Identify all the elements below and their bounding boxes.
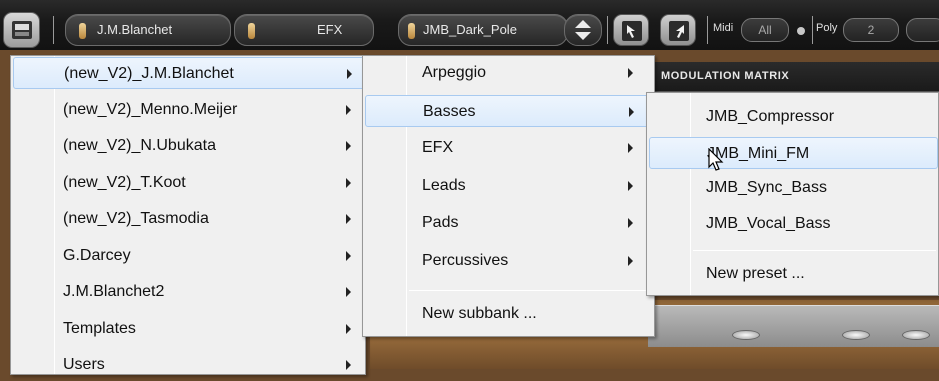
bank-menu-item-label: (new_V2)_T.Koot [63, 173, 186, 191]
preset-menu-item[interactable]: JMB_Mini_FM [649, 136, 938, 169]
new-subbank-item-label: New subbank ... [422, 305, 537, 322]
new-preset-item-label: New preset ... [706, 265, 805, 282]
bank-menu-item[interactable]: (new_V2)_T.Koot [13, 167, 365, 199]
subbank-menu-item-label: Percussives [422, 251, 509, 269]
subbank-menu-item[interactable]: EFX [365, 132, 654, 164]
bank-menu-item[interactable]: (new_V2)_Menno.Meijer [13, 94, 365, 126]
new-preset-item[interactable]: New preset ... [649, 258, 938, 290]
submenu-arrow-icon [346, 214, 351, 224]
toolbar-divider [607, 16, 608, 44]
preset-menu-item-label: JMB_Vocal_Bass [706, 214, 831, 232]
submenu-arrow-icon [629, 106, 634, 117]
preset-name: JMB_Dark_Pole [423, 22, 517, 37]
new-subbank-item[interactable]: New subbank ... [365, 298, 654, 330]
subbank-menu-item-label: Basses [423, 102, 476, 120]
modulation-matrix-title: MODULATION MATRIX [661, 70, 790, 82]
preset-menu-item[interactable]: JMB_Sync_Bass [649, 172, 938, 204]
preset-menu-item-label: JMB_Sync_Bass [706, 179, 827, 196]
submenu-arrow-icon [347, 69, 352, 79]
toolbar-divider [53, 16, 54, 44]
submenu-arrow-icon [628, 143, 633, 153]
bank-name: J.M.Blanchet [97, 22, 173, 37]
submenu-arrow-icon [346, 250, 351, 261]
subbank-menu-item-label: EFX [422, 139, 454, 156]
panel-knob[interactable] [902, 330, 930, 340]
bank-menu: (new_V2)_J.M.Blanchet (new_V2)_Menno.Meij… [10, 55, 366, 375]
save-arrow-icon [622, 21, 642, 41]
bank-menu-item-label: G.Darcey [63, 246, 131, 264]
bank-menu-item-label: (new_V2)_Menno.Meijer [63, 100, 238, 118]
preset-menu-item-label: JMB_Compressor [706, 108, 835, 125]
save-preset-button[interactable] [613, 14, 649, 46]
window-menu-icon [12, 21, 32, 39]
category-selector[interactable]: EFX [234, 14, 374, 46]
category-name: EFX [317, 22, 343, 37]
preset-menu-item[interactable]: JMB_Vocal_Bass [649, 208, 938, 240]
modulation-matrix-header: MODULATION MATRIX [648, 62, 939, 92]
panel-knob[interactable] [842, 330, 870, 340]
bank-menu-item-label: Users [63, 356, 105, 373]
mouse-cursor-icon [708, 148, 724, 171]
bank-menu-item-label: (new_V2)_N.Ubukata [63, 137, 216, 154]
load-preset-button[interactable] [660, 14, 696, 46]
bank-menu-item[interactable]: G.Darcey [13, 240, 365, 272]
bank-menu-item-label: Templates [63, 319, 136, 337]
subbank-menu-item[interactable]: Percussives [365, 245, 654, 277]
subbank-menu-item[interactable]: Basses [365, 94, 654, 127]
bank-menu-item-label: (new_V2)_Tasmodia [63, 210, 209, 227]
bank-selector[interactable]: J.M.Blanchet [65, 14, 231, 46]
bank-menu-item[interactable]: J.M.Blanchet2 [13, 276, 365, 308]
preset-menu-item[interactable]: JMB_Compressor [649, 101, 938, 133]
submenu-arrow-icon [346, 141, 351, 151]
toolbar-divider [707, 16, 708, 44]
submenu-arrow-icon [628, 68, 633, 78]
polyphony-selector[interactable]: 2 [843, 18, 899, 42]
bank-menu-item[interactable]: Users [13, 349, 365, 381]
toolbar-overflow[interactable] [906, 18, 939, 42]
midi-channel-selector[interactable]: All [741, 18, 789, 42]
submenu-arrow-icon [346, 323, 351, 334]
bank-menu-item-label: J.M.Blanchet2 [63, 283, 165, 300]
category-led-icon [248, 23, 255, 39]
subbank-menu-item[interactable]: Pads [365, 207, 654, 239]
submenu-arrow-icon [628, 180, 633, 191]
subbank-menu-item[interactable]: Arpeggio [365, 57, 654, 89]
submenu-arrow-icon [628, 255, 633, 266]
bank-menu-item[interactable]: (new_V2)_Tasmodia [13, 203, 365, 235]
midi-label: Midi [713, 22, 734, 34]
preset-selector[interactable]: JMB_Dark_Pole [398, 14, 568, 46]
preset-led-icon [408, 23, 415, 39]
panel-knob[interactable] [732, 330, 760, 340]
menu-separator [409, 290, 652, 291]
bank-menu-item[interactable]: (new_V2)_N.Ubukata [13, 130, 365, 162]
preset-stepper-button[interactable] [564, 14, 602, 46]
submenu-arrow-icon [346, 177, 351, 188]
submenu-arrow-icon [346, 287, 351, 297]
load-arrow-icon [669, 21, 689, 41]
bank-menu-item-label: (new_V2)_J.M.Blanchet [64, 65, 234, 82]
subbank-menu-item-label: Pads [422, 214, 459, 231]
up-down-arrows-icon [575, 20, 591, 40]
subbank-menu-item-label: Arpeggio [422, 64, 487, 81]
subbank-menu: Arpeggio Basses EFX Leads Pads Percussives New… [362, 55, 655, 337]
poly-label: Poly [816, 22, 838, 34]
midi-activity-led [797, 27, 805, 35]
top-toolbar: J.M.Blanchet EFX JMB_Dark_Pole Midi All … [0, 0, 939, 50]
synth-metal-bar [648, 305, 939, 347]
submenu-arrow-icon [346, 104, 351, 115]
bank-led-icon [79, 23, 86, 39]
subbank-menu-item-label: Leads [422, 176, 466, 194]
main-menu-button[interactable] [3, 12, 40, 48]
bank-menu-item[interactable]: (new_V2)_J.M.Blanchet [13, 57, 365, 89]
submenu-arrow-icon [628, 218, 633, 228]
preset-menu: JMB_Compressor JMB_Mini_FM JMB_Sync_Bass JM… [646, 92, 939, 296]
menu-separator [693, 250, 936, 251]
subbank-menu-item[interactable]: Leads [365, 170, 654, 202]
toolbar-divider [812, 16, 813, 44]
bank-menu-item[interactable]: Templates [13, 313, 365, 345]
